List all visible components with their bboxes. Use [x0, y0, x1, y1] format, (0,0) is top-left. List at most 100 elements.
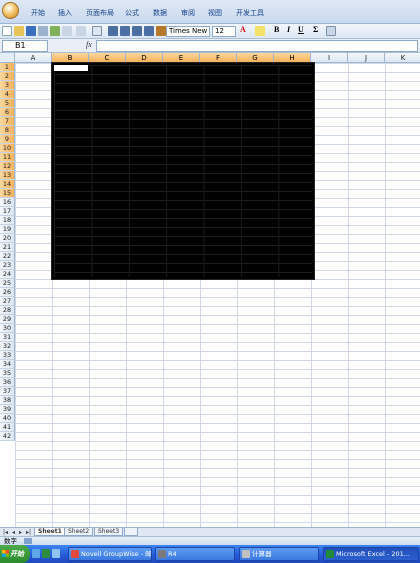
row-header[interactable]: 13 [0, 171, 15, 180]
fill-color-icon[interactable] [255, 26, 265, 36]
row-header[interactable]: 33 [0, 351, 15, 360]
macro-record-icon[interactable] [24, 538, 32, 544]
tab-developer[interactable]: 开发工具 [236, 8, 264, 18]
row-header[interactable]: 15 [0, 189, 15, 198]
new-icon[interactable] [2, 26, 12, 36]
tab-page-layout[interactable]: 页面布局 [86, 8, 114, 18]
row-header[interactable]: 28 [0, 306, 15, 315]
row-header[interactable]: 7 [0, 117, 15, 126]
row-header[interactable]: 22 [0, 252, 15, 261]
row-header[interactable]: 6 [0, 108, 15, 117]
row-header[interactable]: 9 [0, 135, 15, 144]
row-header[interactable]: 14 [0, 180, 15, 189]
row-header[interactable]: 5 [0, 99, 15, 108]
column-header-d[interactable]: D [126, 53, 163, 63]
sheet-tab-3[interactable]: Sheet3 [94, 528, 124, 536]
row-header[interactable]: 19 [0, 225, 15, 234]
font-color-icon[interactable]: A [240, 25, 246, 34]
filled-range[interactable] [52, 63, 314, 279]
table-icon[interactable] [326, 26, 336, 36]
row-header[interactable]: 36 [0, 378, 15, 387]
bold-button[interactable]: B [274, 25, 279, 34]
row-header[interactable]: 31 [0, 333, 15, 342]
row-header[interactable]: 21 [0, 243, 15, 252]
task-groupwise[interactable]: Novell GroupWise - 邮箱 [68, 547, 152, 561]
underline-button[interactable]: U [298, 25, 304, 34]
tab-insert[interactable]: 插入 [58, 8, 72, 18]
row-header[interactable]: 29 [0, 315, 15, 324]
column-header-b[interactable]: B [52, 53, 89, 63]
row-header[interactable]: 8 [0, 126, 15, 135]
column-header-k[interactable]: K [385, 53, 420, 63]
row-header[interactable]: 34 [0, 360, 15, 369]
print-icon[interactable] [38, 26, 48, 36]
row-header[interactable]: 23 [0, 261, 15, 270]
name-box[interactable]: B1 [2, 40, 48, 52]
align-left-icon[interactable] [108, 26, 118, 36]
ie-icon[interactable] [52, 549, 60, 558]
row-header[interactable]: 17 [0, 207, 15, 216]
fx-icon[interactable]: fx [86, 40, 92, 49]
formula-input[interactable] [96, 40, 418, 52]
row-header[interactable]: 24 [0, 270, 15, 279]
preview-icon[interactable] [50, 26, 60, 36]
open-icon[interactable] [14, 26, 24, 36]
undo-icon[interactable] [62, 26, 72, 36]
sheet-tab-2[interactable]: Sheet2 [64, 528, 94, 536]
column-header-e[interactable]: E [163, 53, 200, 63]
office-button[interactable] [2, 2, 19, 19]
row-header[interactable]: 18 [0, 216, 15, 225]
row-header[interactable]: 4 [0, 90, 15, 99]
row-header[interactable]: 20 [0, 234, 15, 243]
sheet-next-icon[interactable]: ▸ [19, 529, 22, 536]
italic-button[interactable]: I [287, 25, 290, 34]
row-header[interactable]: 40 [0, 414, 15, 423]
format-painter-icon[interactable] [156, 26, 166, 36]
autosum-button[interactable]: Σ [313, 25, 318, 34]
row-header[interactable]: 11 [0, 153, 15, 162]
tab-home[interactable]: 开始 [31, 8, 45, 18]
row-header[interactable]: 30 [0, 324, 15, 333]
column-header-g[interactable]: G [237, 53, 274, 63]
row-header[interactable]: 25 [0, 279, 15, 288]
column-header-f[interactable]: F [200, 53, 237, 63]
row-header[interactable]: 35 [0, 369, 15, 378]
save-icon[interactable] [26, 26, 36, 36]
sheet-tab-1[interactable]: Sheet1 [34, 528, 66, 536]
sheet-last-icon[interactable]: ▸| [26, 529, 31, 536]
start-button[interactable]: 开始 [0, 545, 30, 563]
row-header[interactable]: 12 [0, 162, 15, 171]
excel-quick-icon[interactable] [42, 549, 50, 558]
tab-formulas[interactable]: 公式 [125, 8, 139, 18]
merge-icon[interactable] [144, 26, 154, 36]
column-header-a[interactable]: A [15, 53, 52, 63]
active-cell[interactable] [53, 64, 89, 72]
tab-data[interactable]: 数据 [153, 8, 167, 18]
tab-review[interactable]: 审阅 [181, 8, 195, 18]
row-header[interactable]: 32 [0, 342, 15, 351]
border-icon[interactable] [92, 26, 102, 36]
redo-icon[interactable] [76, 26, 86, 36]
row-header[interactable]: 38 [0, 396, 15, 405]
task-excel[interactable]: Microsoft Excel - 201... [323, 547, 419, 561]
tab-view[interactable]: 视图 [208, 8, 222, 18]
font-size-select[interactable]: 12 [212, 26, 236, 37]
column-header-h[interactable]: H [274, 53, 311, 63]
row-header[interactable]: 42 [0, 432, 15, 441]
row-header[interactable]: 37 [0, 387, 15, 396]
sheet-first-icon[interactable]: |◂ [3, 529, 8, 536]
row-header[interactable]: 1 [0, 63, 15, 72]
align-right-icon[interactable] [132, 26, 142, 36]
select-all-corner[interactable] [0, 53, 15, 63]
insert-sheet-icon[interactable] [124, 528, 138, 536]
row-header[interactable]: 26 [0, 288, 15, 297]
row-header[interactable]: 27 [0, 297, 15, 306]
row-header[interactable]: 2 [0, 72, 15, 81]
column-header-c[interactable]: C [89, 53, 126, 63]
column-header-i[interactable]: I [311, 53, 348, 63]
sheet-prev-icon[interactable]: ◂ [12, 529, 15, 536]
task-calculator[interactable]: 计算器 [239, 547, 319, 561]
row-header[interactable]: 41 [0, 423, 15, 432]
column-header-j[interactable]: J [348, 53, 385, 63]
row-header[interactable]: 16 [0, 198, 15, 207]
